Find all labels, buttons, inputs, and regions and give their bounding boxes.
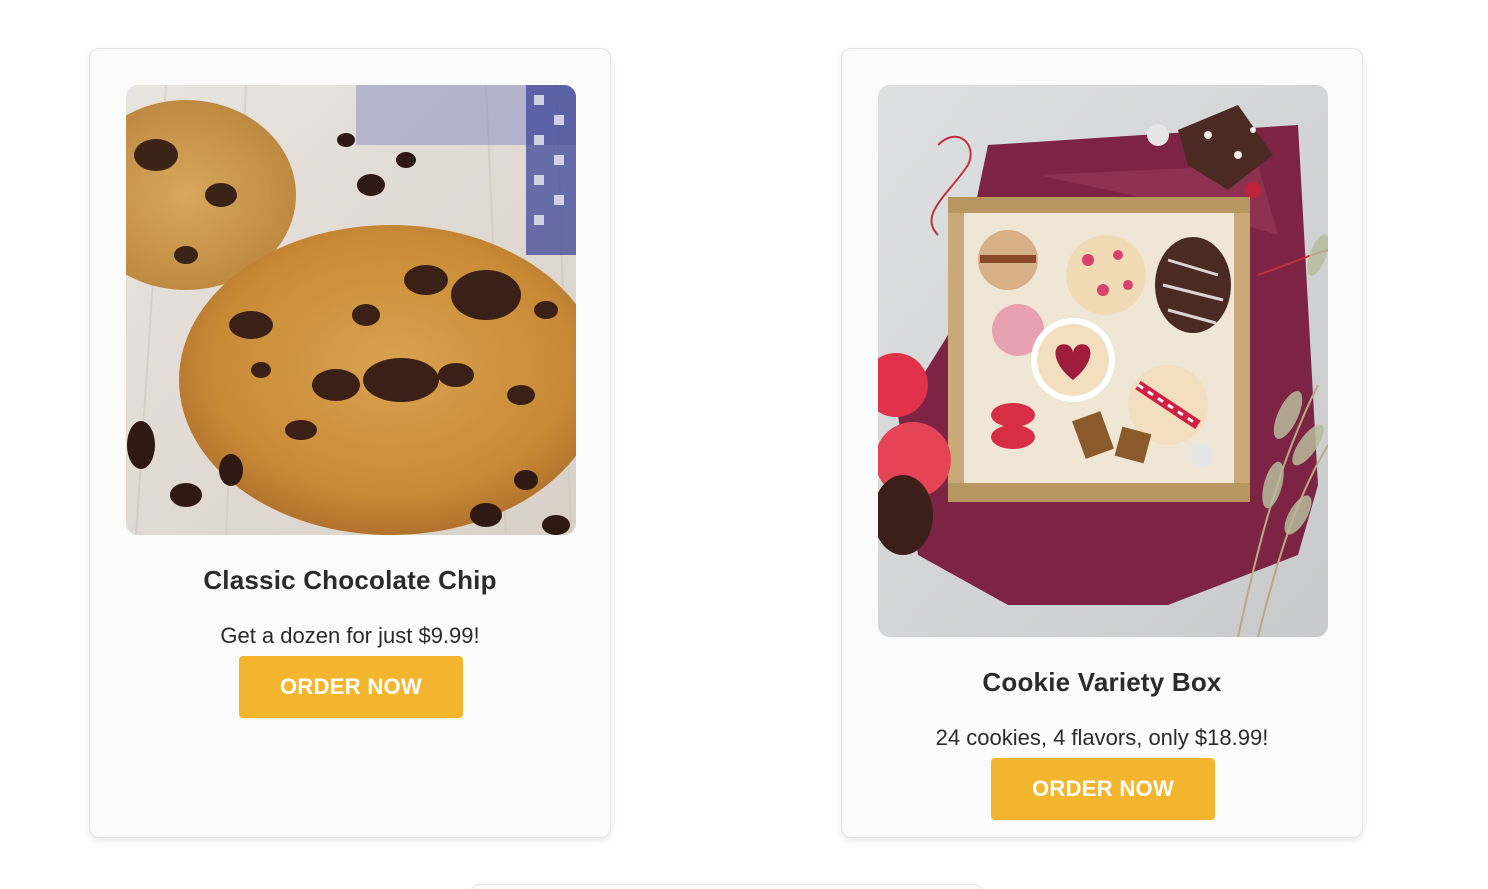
product-card-variety-box: Cookie Variety Box 24 cookies, 4 flavors…: [841, 48, 1363, 838]
order-now-button[interactable]: ORDER NOW: [991, 758, 1215, 820]
product-card-chocolate-chip: Classic Chocolate Chip Get a dozen for j…: [89, 48, 611, 838]
order-now-button[interactable]: ORDER NOW: [239, 656, 463, 718]
product-title: Cookie Variety Box: [982, 667, 1222, 697]
product-description: 24 cookies, 4 flavors, only $18.99!: [935, 725, 1269, 750]
product-title: Classic Chocolate Chip: [203, 565, 497, 595]
chocolate-chip-cookie-image: [126, 85, 576, 535]
next-card-edge: [470, 884, 984, 889]
product-page: Classic Chocolate Chip Get a dozen for j…: [0, 0, 1488, 889]
product-description: Get a dozen for just $9.99!: [220, 623, 480, 648]
cookie-variety-box-image: [878, 85, 1328, 637]
